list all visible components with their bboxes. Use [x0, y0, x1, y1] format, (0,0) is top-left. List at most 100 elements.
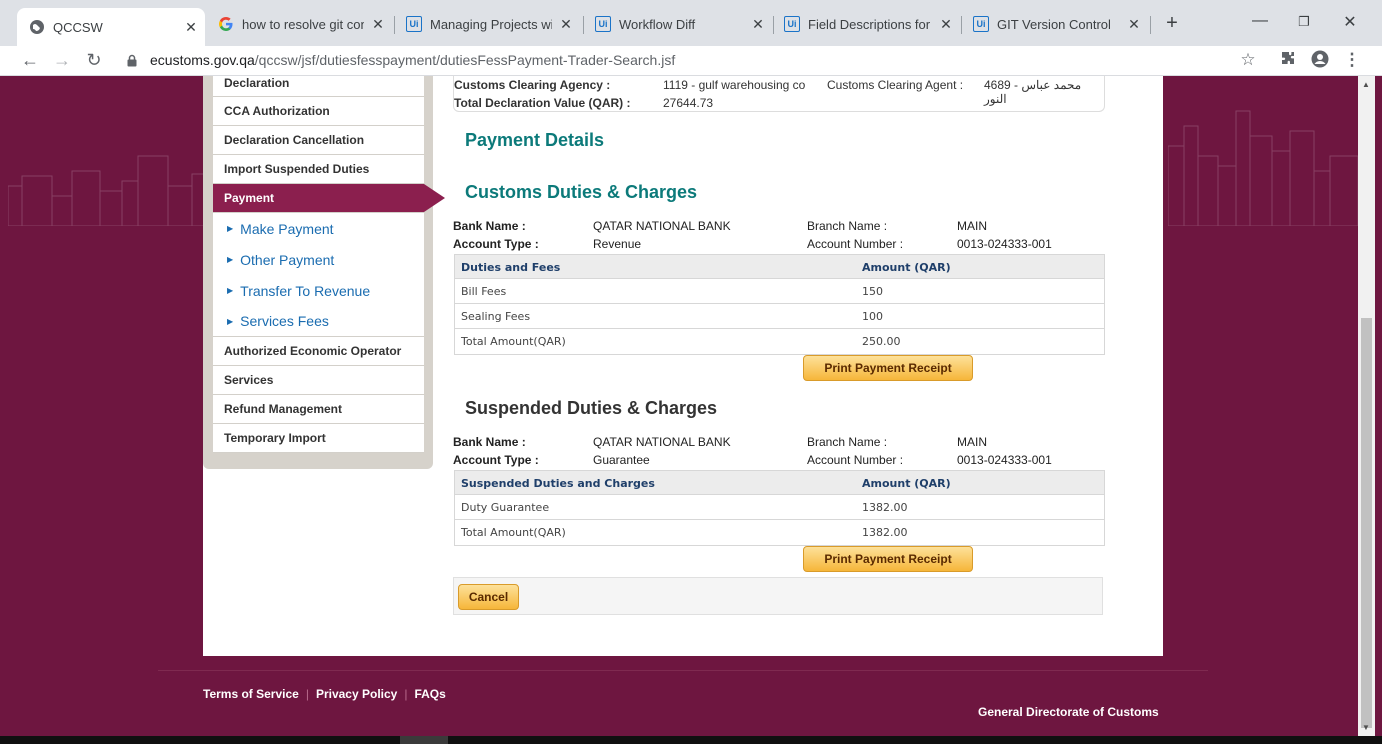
suspended-duties-table: Suspended Duties and Charges Amount (QAR… [454, 470, 1105, 546]
close-tab-icon[interactable]: ✕ [750, 16, 766, 32]
table-row: Duty Guarantee 1382.00 [455, 495, 1104, 520]
total-declaration-label: Total Declaration Value (QAR) : [454, 96, 631, 110]
privacy-policy-link[interactable]: Privacy Policy [316, 687, 397, 701]
sidebar: Declaration CCA Authorization Declaratio… [203, 76, 445, 469]
close-tab-icon[interactable]: ✕ [370, 16, 386, 32]
uipath-icon: Ui [595, 16, 611, 32]
tab-managing-projects[interactable]: Ui Managing Projects with ✕ [398, 8, 580, 40]
bookmark-star-icon[interactable]: ☆ [1237, 50, 1259, 70]
account-number-value: 0013-024333-001 [957, 453, 1052, 467]
tab-workflow-diff[interactable]: Ui Workflow Diff ✕ [587, 8, 772, 40]
bullet-arrow-icon: ▶ [227, 286, 234, 295]
account-number-label: Account Number : [807, 237, 904, 251]
sidebar-item-authorized-economic-operator[interactable]: Authorized Economic Operator [213, 337, 424, 366]
customs-duties-title: Customs Duties & Charges [465, 182, 698, 202]
scroll-up-icon[interactable]: ▲ [1362, 80, 1370, 89]
url-field[interactable]: ecustoms.gov.qa/qccsw/jsf/dutiesfesspaym… [150, 52, 675, 68]
tab-separator [1150, 16, 1151, 34]
tab-separator [583, 16, 584, 34]
tab-separator [394, 16, 395, 34]
restore-icon[interactable]: ❐ [1294, 14, 1314, 30]
table-row-total: Total Amount(QAR) 1382.00 [461, 526, 908, 539]
back-icon[interactable]: ← [19, 50, 41, 71]
agency-label: Customs Clearing Agency : [454, 78, 611, 92]
table-row: Sealing Fees 100 [455, 304, 1104, 329]
account-number-label: Account Number : [807, 453, 904, 467]
forward-icon[interactable]: → [51, 50, 73, 71]
print-payment-receipt-button[interactable]: Print Payment Receipt [803, 355, 973, 381]
sidebar-item-services[interactable]: Services [213, 366, 424, 395]
address-bar: ← → ↻ ecustoms.gov.qa/qccsw/jsf/dutiesfe… [0, 46, 1382, 76]
globe-icon [29, 19, 45, 35]
terms-of-service-link[interactable]: Terms of Service [203, 687, 299, 701]
sidebar-item-declaration-cancellation[interactable]: Declaration Cancellation [213, 126, 424, 155]
bank-name-value: QATAR NATIONAL BANK [593, 219, 731, 233]
reload-icon[interactable]: ↻ [83, 50, 105, 71]
branch-name-value: MAIN [957, 219, 987, 233]
tab-field-descriptions[interactable]: Ui Field Descriptions for G ✕ [776, 8, 960, 40]
agent-label: Customs Clearing Agent : [827, 78, 964, 92]
bullet-arrow-icon: ▶ [227, 255, 234, 264]
branch-name-label: Branch Name : [807, 219, 888, 233]
bank-name-label: Bank Name : [453, 219, 526, 233]
payment-details-title: Payment Details [465, 130, 605, 150]
faqs-link[interactable]: FAQs [414, 687, 445, 701]
close-tab-icon[interactable]: ✕ [183, 19, 199, 35]
action-bar: Cancel [453, 577, 1103, 615]
table-header: Suspended Duties and Charges Amount (QAR… [455, 471, 1104, 495]
account-type-value: Revenue [593, 237, 642, 251]
tab-git-conflict[interactable]: how to resolve git confl ✕ [210, 8, 392, 40]
profile-icon[interactable] [1309, 50, 1331, 73]
print-payment-receipt-button[interactable]: Print Payment Receipt [803, 546, 973, 572]
account-type-value: Guarantee [593, 453, 650, 467]
sidebar-item-refund-management[interactable]: Refund Management [213, 395, 424, 424]
sidebar-subitem-other-payment[interactable]: ▶ Other Payment [213, 244, 424, 275]
sidebar-subitem-make-payment[interactable]: ▶ Make Payment [213, 213, 424, 244]
uipath-icon: Ui [973, 16, 989, 32]
scrollbar-thumb[interactable] [1361, 318, 1372, 728]
skyline-left-decoration [8, 155, 208, 226]
account-number-value: 0013-024333-001 [957, 237, 1052, 251]
close-window-icon[interactable]: ✕ [1340, 12, 1360, 32]
sidebar-subitem-transfer-to-revenue[interactable]: ▶ Transfer To Revenue [213, 275, 424, 306]
minimize-icon[interactable]: — [1250, 12, 1270, 30]
close-tab-icon[interactable]: ✕ [558, 16, 574, 32]
sidebar-item-payment[interactable]: Payment [213, 184, 445, 213]
bank-name-label: Bank Name : [453, 435, 526, 449]
page-scrollbar[interactable]: ▲ ▼ [1358, 76, 1375, 736]
tab-qccsw[interactable]: QCCSW ✕ [17, 8, 205, 46]
tab-git-version-control[interactable]: Ui GIT Version Control ✕ [965, 8, 1148, 40]
bank-name-value: QATAR NATIONAL BANK [593, 435, 731, 449]
table-row: Bill Fees 150 [455, 279, 1104, 304]
tab-separator [961, 16, 962, 34]
table-header: Duties and Fees Amount (QAR) [455, 255, 1104, 279]
browser-tab-bar: QCCSW ✕ how to resolve git confl ✕ Ui Ma… [0, 0, 1382, 46]
taskbar-app-slot[interactable] [400, 736, 448, 744]
new-tab-icon[interactable]: + [1162, 12, 1182, 35]
uipath-icon: Ui [784, 16, 800, 32]
close-tab-icon[interactable]: ✕ [938, 16, 954, 32]
total-declaration-value: 27644.73 [663, 96, 714, 110]
sidebar-item-cca-authorization[interactable]: CCA Authorization [213, 97, 424, 126]
sidebar-subitem-services-fees[interactable]: ▶ Services Fees [213, 306, 424, 337]
account-type-label: Account Type : [453, 237, 539, 251]
footer-organization: General Directorate of Customs [978, 705, 1159, 719]
scroll-down-icon[interactable]: ▼ [1362, 723, 1370, 732]
extensions-icon[interactable] [1277, 50, 1299, 71]
footer-separator: | [305, 687, 309, 701]
uipath-icon: Ui [406, 16, 422, 32]
sidebar-item-import-suspended-duties[interactable]: Import Suspended Duties [213, 155, 424, 184]
branch-name-label: Branch Name : [807, 435, 888, 449]
sidebar-item-temporary-import[interactable]: Temporary Import [213, 424, 424, 453]
sidebar-item-declaration[interactable]: Declaration [213, 76, 424, 97]
menu-kebab-icon[interactable]: ⋮ [1341, 50, 1363, 70]
tab-separator [773, 16, 774, 34]
cancel-button[interactable]: Cancel [458, 584, 519, 610]
bullet-arrow-icon: ▶ [227, 316, 234, 326]
page-body: Declaration CCA Authorization Declaratio… [8, 76, 1358, 736]
close-tab-icon[interactable]: ✕ [1126, 16, 1142, 32]
declaration-info-box: Customs Clearing Agency : 1119 - gulf wa… [453, 76, 1105, 112]
footer-separator: | [404, 687, 408, 701]
agency-value: 1119 - gulf warehousing co [663, 78, 806, 92]
customs-duties-table: Duties and Fees Amount (QAR) Bill Fees 1… [454, 254, 1105, 355]
